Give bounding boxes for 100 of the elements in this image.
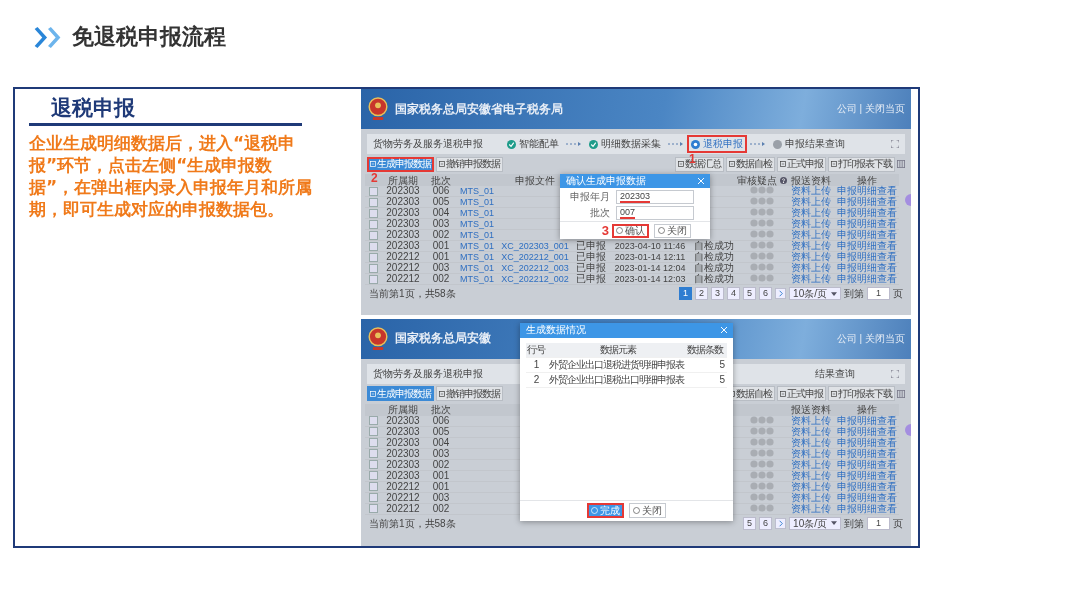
row-checkbox[interactable] [368,186,378,196]
table-link[interactable]: 资料上传 [791,251,831,262]
column-settings-icon[interactable] [897,389,905,398]
table-link[interactable]: 资料上传 [791,414,831,426]
table-link[interactable]: 申报明细查看 [837,218,897,229]
toolbar-button[interactable]: 撤销申报数据 [436,386,503,401]
row-checkbox[interactable] [368,219,378,229]
row-checkbox[interactable] [368,416,378,426]
fullscreen-icon[interactable] [891,369,899,378]
table-link[interactable]: MTS_01 [460,219,494,229]
table-link[interactable]: 资料上传 [791,491,831,503]
page-button[interactable]: 5 [743,287,757,300]
table-link[interactable]: 申报明细查看 [837,251,897,262]
page-button[interactable]: 5 [743,516,757,530]
row-checkbox[interactable] [368,208,378,218]
row-checkbox[interactable] [368,460,378,470]
table-link[interactable]: XC_202212_001 [501,252,569,262]
toolbar-button[interactable]: 打印报表下载 [828,156,895,172]
table-link[interactable]: 申报明细查看 [837,436,897,448]
table-link[interactable]: MTS_01 [460,208,494,218]
toolbar-button[interactable]: 生成申报数据 [367,156,434,172]
table-link[interactable]: 申报明细查看 [837,447,897,459]
column-settings-icon[interactable] [897,160,905,168]
row-checkbox[interactable] [368,449,378,459]
table-link[interactable]: 资料上传 [791,469,831,481]
row-checkbox[interactable] [368,252,378,262]
step-tab[interactable]: 退税申报 [687,135,747,153]
table-link[interactable]: 资料上传 [791,425,831,437]
table-link[interactable]: XC_202212_003 [501,263,569,273]
floating-assistant-icon[interactable] [905,194,911,206]
toolbar-button[interactable]: 生成申报数据 [367,386,434,401]
row-checkbox[interactable] [368,263,378,273]
table-link[interactable]: XC_202212_002 [501,274,569,284]
table-link[interactable]: MTS_01 [460,252,494,262]
step-tab[interactable]: 申报结果查询 [769,135,849,153]
floating-assistant-icon[interactable] [905,423,911,436]
table-link[interactable]: 资料上传 [791,207,831,218]
table-link[interactable]: MTS_01 [460,241,494,251]
table-link[interactable]: MTS_01 [460,197,494,207]
table-link[interactable]: 申报明细查看 [837,491,897,503]
header-links[interactable]: 公司 | 关闭当页 [836,102,905,116]
row-checkbox[interactable] [368,427,378,437]
dialog-button[interactable]: 确认 [612,223,649,238]
table-link[interactable]: MTS_01 [460,274,494,284]
table-link[interactable]: 申报明细查看 [837,207,897,218]
table-link[interactable]: 申报明细查看 [837,196,897,207]
table-link[interactable]: 申报明细查看 [837,240,897,251]
table-link[interactable]: 申报明细查看 [837,273,897,284]
step-tab[interactable]: 明细数据采集 [585,135,665,153]
toolbar-button[interactable]: 打印报表下载 [828,386,895,401]
next-page-icon[interactable] [775,517,787,529]
page-button[interactable]: 1 [679,287,693,300]
step-label[interactable]: 结果查询 [815,366,855,381]
table-link[interactable]: MTS_01 [460,186,494,196]
toolbar-button[interactable]: 正式申报 [777,156,826,172]
step-tab[interactable]: 智能配单 [503,135,563,153]
page-button[interactable]: 2 [695,287,709,300]
table-link[interactable]: 资料上传 [791,240,831,251]
row-checkbox[interactable] [368,438,378,448]
row-checkbox[interactable] [368,274,378,284]
page-button[interactable]: 6 [759,287,773,300]
table-link[interactable]: XC_202303_001 [501,241,569,251]
toolbar-button[interactable]: 撤销申报数据 [436,156,503,172]
table-link[interactable]: 资料上传 [791,480,831,492]
table-link[interactable]: 资料上传 [791,458,831,470]
row-checkbox[interactable] [368,471,378,481]
table-link[interactable]: 申报明细查看 [837,425,897,437]
table-link[interactable]: 申报明细查看 [837,414,897,426]
page-button[interactable]: 3 [711,287,725,300]
table-link[interactable]: 资料上传 [791,196,831,207]
page-size-select[interactable]: 10条/页 [789,516,841,530]
page-number-field[interactable]: 1 [867,287,890,300]
page-size-select[interactable]: 10条/页 [789,287,841,300]
close-icon[interactable] [698,178,704,184]
dialog-button[interactable]: 完成 [587,503,624,518]
table-link[interactable]: 资料上传 [791,273,831,284]
toolbar-button[interactable]: 数据自检 [726,156,775,172]
table-link[interactable]: 申报明细查看 [837,502,897,514]
row-checkbox[interactable] [368,197,378,207]
input-field[interactable]: 202303 [616,190,694,204]
page-button[interactable]: 4 [727,287,741,300]
page-number-field[interactable]: 1 [867,516,890,530]
table-link[interactable]: 申报明细查看 [837,469,897,481]
row-checkbox[interactable] [368,504,378,514]
table-link[interactable]: 资料上传 [791,447,831,459]
table-link[interactable]: MTS_01 [460,230,494,240]
next-page-icon[interactable] [775,288,787,299]
table-link[interactable]: 申报明细查看 [837,262,897,273]
table-link[interactable]: 申报明细查看 [837,185,897,196]
table-link[interactable]: 申报明细查看 [837,229,897,240]
table-link[interactable]: 资料上传 [791,502,831,514]
table-link[interactable]: 资料上传 [791,436,831,448]
row-checkbox[interactable] [368,241,378,251]
row-checkbox[interactable] [368,482,378,492]
page-button[interactable]: 6 [759,516,773,530]
fullscreen-icon[interactable] [891,140,899,148]
table-link[interactable]: 资料上传 [791,218,831,229]
table-link[interactable]: 资料上传 [791,262,831,273]
toolbar-button[interactable]: 正式申报 [777,386,826,401]
table-link[interactable]: 申报明细查看 [837,458,897,470]
